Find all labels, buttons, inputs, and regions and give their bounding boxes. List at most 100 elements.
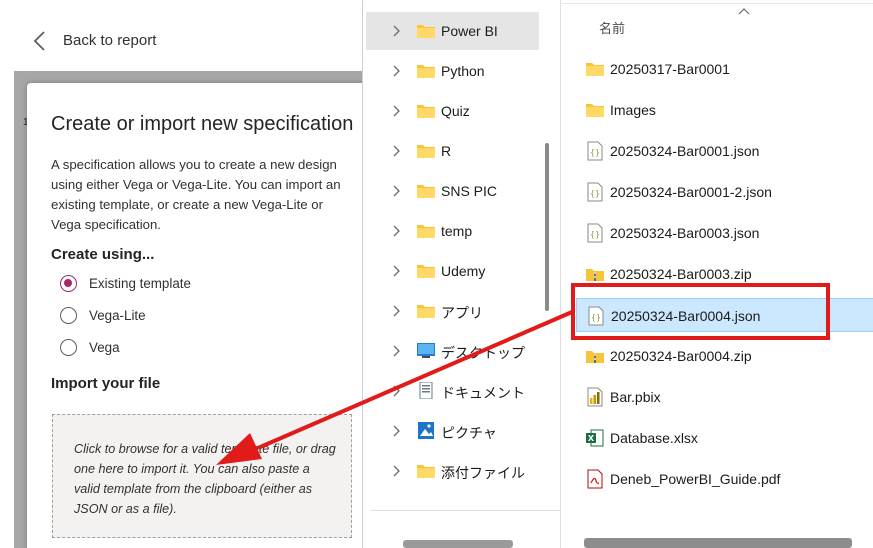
svg-text:{}: {}	[590, 230, 600, 239]
chevron-right-icon[interactable]	[392, 465, 402, 477]
file-row[interactable]: {} 20250324-Bar0001-2.json	[576, 175, 873, 209]
nav-horizontal-scrollbar[interactable]	[403, 540, 513, 548]
svg-text:{}: {}	[590, 189, 600, 198]
file-name: Images	[610, 102, 656, 118]
folder-icon	[417, 265, 435, 278]
folder-icon	[417, 305, 435, 318]
nav-item-attachments[interactable]: 添付ファイル	[366, 452, 539, 490]
file-row[interactable]: {} 20250324-Bar0003.json	[576, 216, 873, 250]
chevron-right-icon[interactable]	[392, 305, 402, 317]
radio-button[interactable]	[60, 306, 77, 324]
radio-label: Vega-Lite	[89, 307, 146, 323]
chevron-right-icon[interactable]	[392, 105, 402, 117]
folder-icon	[417, 145, 435, 158]
file-name: 20250324-Bar0001.json	[610, 143, 760, 159]
dialog-description: A specification allows you to create a n…	[51, 157, 341, 232]
pictures-icon	[418, 422, 434, 439]
powerbi-pane: Back to report 1 Create or import new sp…	[0, 0, 365, 548]
file-row[interactable]: X Database.xlsx	[576, 421, 873, 455]
nav-item-udemy[interactable]: Udemy	[366, 252, 539, 290]
file-row[interactable]: 20250324-Bar0004.zip	[576, 339, 873, 373]
navigation-pane: Power BI Python Quiz R SNS PIC temp Udem…	[363, 0, 561, 548]
documents-icon	[419, 382, 433, 399]
folder-icon	[417, 25, 435, 38]
zip-folder-icon	[586, 351, 604, 363]
file-name: Deneb_PowerBI_Guide.pdf	[610, 471, 781, 487]
nav-item-documents[interactable]: ドキュメント	[366, 372, 539, 410]
nav-scrollbar-thumb[interactable]	[545, 143, 549, 311]
file-name: 20250324-Bar0003.zip	[610, 266, 752, 282]
radio-label: Existing template	[89, 275, 191, 291]
chevron-right-icon[interactable]	[392, 225, 402, 237]
zip-folder-icon	[586, 269, 604, 281]
nav-item-sns-pic[interactable]: SNS PIC	[366, 172, 539, 210]
radio-button[interactable]	[60, 338, 77, 356]
folder-icon	[417, 185, 435, 198]
file-row[interactable]: {} 20250324-Bar0001.json	[576, 134, 873, 168]
file-name: Bar.pbix	[610, 389, 661, 405]
radio-existing-template[interactable]: Existing template	[60, 273, 191, 293]
radio-button-checked[interactable]	[60, 274, 77, 292]
nav-item-label: ピクチャ	[441, 425, 497, 441]
file-row[interactable]: 20250317-Bar0001	[576, 52, 873, 86]
folder-icon	[417, 65, 435, 78]
file-row[interactable]: Images	[576, 93, 873, 127]
folder-icon	[586, 104, 604, 117]
chevron-right-icon[interactable]	[392, 185, 402, 197]
back-to-report-label: Back to report	[63, 32, 157, 49]
create-specification-dialog: Create or import new specification A spe…	[27, 83, 365, 548]
file-list-horizontal-scrollbar[interactable]	[584, 538, 852, 548]
nav-divider	[371, 510, 561, 511]
chevron-right-icon[interactable]	[392, 385, 402, 397]
folder-icon	[417, 105, 435, 118]
nav-item-temp[interactable]: temp	[366, 212, 539, 250]
file-name: 20250317-Bar0001	[610, 61, 730, 77]
nav-item-label: temp	[441, 223, 473, 239]
chevron-right-icon[interactable]	[392, 145, 402, 157]
nav-item-label: Python	[441, 63, 485, 79]
nav-item-pictures[interactable]: ピクチャ	[366, 412, 539, 450]
chevron-right-icon[interactable]	[392, 425, 402, 437]
file-name: 20250324-Bar0001-2.json	[610, 184, 772, 200]
nav-item-label: R	[441, 143, 452, 159]
chevron-right-icon[interactable]	[392, 345, 402, 357]
pdf-file-icon	[587, 469, 603, 489]
chevron-right-icon[interactable]	[392, 265, 402, 277]
nav-item-power-bi[interactable]: Power BI	[366, 12, 539, 50]
nav-item-apps[interactable]: アプリ	[366, 292, 539, 330]
nav-item-r[interactable]: R	[366, 132, 539, 170]
column-header-name[interactable]: 名前	[599, 18, 625, 37]
radio-vega-lite[interactable]: Vega-Lite	[60, 305, 146, 325]
nav-item-python[interactable]: Python	[366, 52, 539, 90]
create-using-heading: Create using...	[51, 246, 155, 263]
nav-item-label: ドキュメント	[441, 385, 525, 401]
file-drop-zone[interactable]: Click to browse for a valid template fil…	[52, 414, 352, 538]
chevron-right-icon[interactable]	[392, 65, 402, 77]
import-file-heading: Import your file	[51, 375, 161, 392]
radio-vega[interactable]: Vega	[60, 337, 120, 357]
highlight-box	[571, 283, 830, 340]
file-name: 20250324-Bar0003.json	[610, 225, 760, 241]
back-to-report-button[interactable]: Back to report	[0, 0, 365, 70]
chevron-left-icon	[33, 31, 45, 51]
nav-item-label: Udemy	[441, 263, 486, 279]
svg-text:X: X	[588, 434, 595, 443]
nav-item-quiz[interactable]: Quiz	[366, 92, 539, 130]
drop-zone-text: Click to browse for a valid template fil…	[74, 442, 336, 516]
file-row[interactable]: Deneb_PowerBI_Guide.pdf	[576, 462, 873, 496]
json-file-icon: {}	[587, 141, 603, 161]
sort-ascending-icon[interactable]	[738, 6, 750, 16]
json-file-icon: {}	[587, 182, 603, 202]
chevron-right-icon[interactable]	[392, 25, 402, 37]
nav-item-label: Quiz	[441, 103, 470, 119]
file-row[interactable]: Bar.pbix	[576, 380, 873, 414]
folder-icon	[417, 465, 435, 478]
nav-item-label: アプリ	[441, 305, 483, 321]
file-name: Database.xlsx	[610, 430, 698, 446]
nav-item-desktop[interactable]: デスクトップ	[366, 332, 539, 370]
nav-item-label: 添付ファイル	[441, 465, 525, 481]
nav-item-label: Power BI	[441, 23, 498, 39]
nav-item-label: SNS PIC	[441, 183, 498, 199]
file-explorer-window: Power BI Python Quiz R SNS PIC temp Udem…	[362, 0, 873, 548]
folder-icon	[417, 225, 435, 238]
